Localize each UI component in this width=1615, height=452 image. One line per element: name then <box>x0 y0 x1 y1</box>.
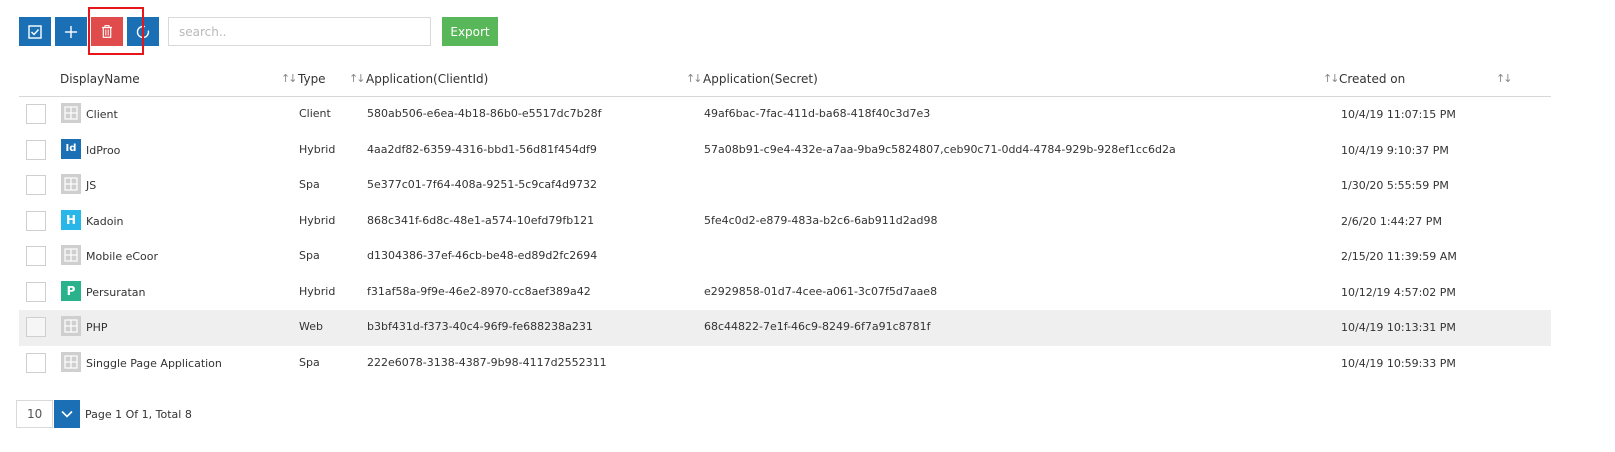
add-button[interactable] <box>55 17 87 46</box>
page-size-select[interactable]: 10 <box>16 400 53 428</box>
row-checkbox[interactable] <box>26 317 46 337</box>
table-header: DisplayName ↑↓ Type ↑↓ Application(Clien… <box>19 63 1551 97</box>
cell-display-name: Client <box>86 108 118 121</box>
cell-secret: 5fe4c0d2-e879-483a-b2c6-6ab911d2ad98 <box>704 213 938 227</box>
cell-created-on: 2/15/20 11:39:59 AM <box>1341 250 1457 263</box>
cell-type: Hybrid <box>299 284 336 298</box>
cell-display-name: PHP <box>86 321 108 334</box>
cell-secret: e2929858-01d7-4cee-a061-3c07f5d7aae8 <box>704 284 938 298</box>
cell-secret: 68c44822-7e1f-46c9-8249-6f7a91c8781f <box>704 320 931 333</box>
table-body: Client Client 580ab506-e6ea-4b18-86b0-e551… <box>19 97 1551 381</box>
cell-created-on: 10/4/19 9:10:37 PM <box>1341 143 1449 157</box>
cell-type: Spa <box>299 249 320 262</box>
app-letter-icon: Id <box>61 138 81 159</box>
cell-client-id: 5e377c01-7f64-408a-9251-5c9caf4d9732 <box>367 178 597 191</box>
applications-table: DisplayName ↑↓ Type ↑↓ Application(Clien… <box>19 63 1551 381</box>
row-checkbox[interactable] <box>26 281 46 302</box>
cell-client-id: 4aa2df82-6359-4316-bbd1-56d81f454df9 <box>367 142 597 156</box>
cell-client-id: f31af58a-9f9e-46e2-8970-cc8aef389a42 <box>367 284 591 298</box>
row-checkbox[interactable] <box>26 246 46 266</box>
cell-type: Client <box>299 107 331 120</box>
cell-created-on: 10/4/19 10:13:31 PM <box>1341 321 1456 334</box>
column-header-secret[interactable]: Application(Secret) <box>703 72 818 86</box>
cell-client-id: d1304386-37ef-46cb-be48-ed89d2fc2694 <box>367 249 598 262</box>
chevron-down-icon <box>61 410 73 418</box>
table-row[interactable]: H Kadoin Hybrid 868c341f-6d8c-48e1-a574-10e… <box>19 204 1551 240</box>
cell-secret: 49af6bac-7fac-411d-ba68-418f40c3d7e3 <box>704 107 931 120</box>
cell-created-on: 10/4/19 10:59:33 PM <box>1341 356 1456 370</box>
cell-created-on: 1/30/20 5:55:59 PM <box>1341 179 1449 192</box>
app-placeholder-icon <box>61 103 81 123</box>
sort-icon[interactable]: ↑↓ <box>686 72 703 85</box>
row-checkbox[interactable] <box>26 352 46 373</box>
table-row[interactable]: Client Client 580ab506-e6ea-4b18-86b0-e551… <box>19 97 1551 133</box>
cell-display-name: IdProo <box>86 143 121 157</box>
row-checkbox[interactable] <box>26 139 46 160</box>
table-row[interactable]: Id IdProo Hybrid 4aa2df82-6359-4316-bbd1-56… <box>19 133 1551 169</box>
column-header-created-on[interactable]: Created on <box>1339 72 1405 86</box>
select-all-button[interactable] <box>19 17 51 46</box>
table-row[interactable]: Singgle Page Application Spa 222e6078-3138… <box>19 346 1551 382</box>
cell-display-name: Singgle Page Application <box>86 356 222 370</box>
row-checkbox[interactable] <box>26 175 46 195</box>
app-letter-icon: P <box>61 280 81 301</box>
cell-client-id: 868c341f-6d8c-48e1-a574-10efd79fb121 <box>367 213 595 227</box>
trash-icon <box>102 25 112 38</box>
cell-display-name: Persuratan <box>86 285 146 299</box>
row-checkbox[interactable] <box>26 104 46 124</box>
cell-client-id: 222e6078-3138-4387-9b98-4117d2552311 <box>367 355 607 369</box>
plus-icon <box>65 25 77 38</box>
cell-created-on: 10/4/19 11:07:15 PM <box>1341 108 1456 121</box>
cell-type: Web <box>299 320 323 333</box>
cell-client-id: b3bf431d-f373-40c4-96f9-fe688238a231 <box>367 320 593 333</box>
sort-icon[interactable]: ↑↓ <box>281 72 298 85</box>
cell-type: Spa <box>299 355 320 369</box>
cell-created-on: 2/6/20 1:44:27 PM <box>1341 214 1442 228</box>
app-placeholder-icon <box>61 316 81 336</box>
cell-client-id: 580ab506-e6ea-4b18-86b0-e5517dc7b28f <box>367 107 602 120</box>
sort-icon[interactable]: ↑↓ <box>349 72 366 85</box>
sort-icon[interactable]: ↑↓ <box>1323 72 1340 85</box>
page-summary: Page 1 Of 1, Total 8 <box>85 408 192 421</box>
cell-display-name: JS <box>86 179 97 192</box>
cell-type: Hybrid <box>299 213 336 227</box>
cell-created-on: 10/12/19 4:57:02 PM <box>1341 285 1456 299</box>
refresh-button[interactable] <box>127 17 159 46</box>
checkbox-icon <box>28 24 42 39</box>
column-header-client-id[interactable]: Application(ClientId) <box>366 72 488 86</box>
cell-type: Hybrid <box>299 142 336 156</box>
column-header-displayname[interactable]: DisplayName <box>60 72 140 86</box>
delete-button[interactable] <box>91 17 123 46</box>
search-input[interactable] <box>168 17 431 46</box>
app-placeholder-icon <box>61 174 81 194</box>
app-placeholder-icon <box>61 245 81 265</box>
app-placeholder-icon <box>61 351 81 372</box>
app-letter-icon: H <box>61 209 81 230</box>
table-row[interactable]: P Persuratan Hybrid f31af58a-9f9e-46e2-8970… <box>19 275 1551 311</box>
page-size-dropdown-button[interactable] <box>54 400 80 428</box>
cell-secret: 57a08b91-c9e4-432e-a7aa-9ba9c5824807,ceb… <box>704 142 1176 156</box>
table-row[interactable]: JS Spa 5e377c01-7f64-408a-9251-5c9caf4d973… <box>19 168 1551 204</box>
table-row[interactable]: PHP Web b3bf431d-f373-40c4-96f9-fe688238a2… <box>19 310 1551 346</box>
cell-type: Spa <box>299 178 320 191</box>
column-header-type[interactable]: Type <box>298 72 326 86</box>
cell-display-name: Kadoin <box>86 214 124 228</box>
refresh-icon <box>136 24 150 38</box>
export-button[interactable]: Export <box>442 17 498 46</box>
sort-icon[interactable]: ↑↓ <box>1496 72 1513 85</box>
cell-display-name: Mobile eCoor <box>86 250 159 263</box>
row-checkbox[interactable] <box>26 210 46 231</box>
table-row[interactable]: Mobile eCoor Spa d1304386-37ef-46cb-be48-e… <box>19 239 1551 275</box>
